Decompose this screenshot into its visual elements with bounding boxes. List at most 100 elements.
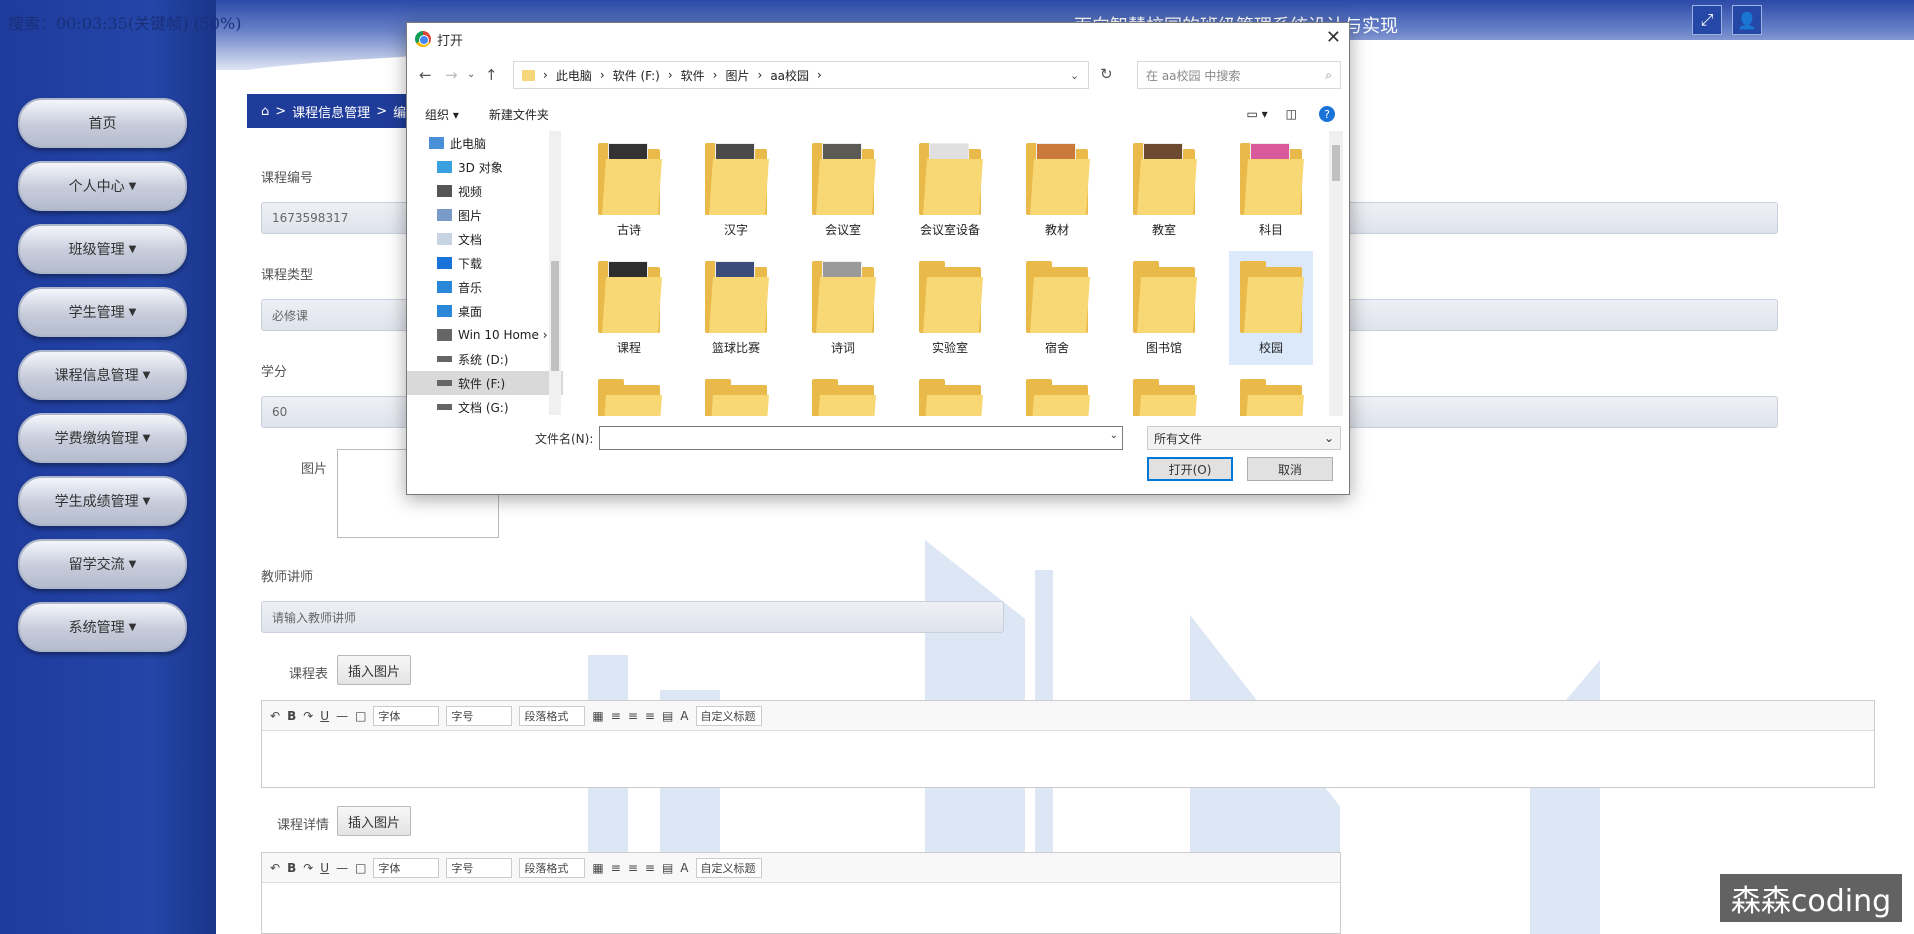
- details-editor[interactable]: ↶ B ↷ U — □ 字体 字号 段落格式 ▦ ≡ ≡ ≡ ▤ A 自定义标题: [261, 852, 1341, 934]
- cancel-button[interactable]: 取消: [1247, 457, 1333, 481]
- back-icon[interactable]: ←: [419, 66, 432, 84]
- folder-item[interactable]: 实验室: [908, 251, 992, 365]
- help-icon[interactable]: ?: [1319, 106, 1335, 122]
- chevron-down-icon[interactable]: ⌄: [1110, 430, 1118, 441]
- folder-item[interactable]: [1122, 369, 1206, 416]
- underline-icon[interactable]: U: [320, 709, 329, 723]
- tree-item[interactable]: 视频: [407, 179, 563, 203]
- folder-item[interactable]: 会议室: [801, 133, 885, 247]
- bold-icon[interactable]: B: [287, 709, 296, 723]
- breadcrumb-course-management[interactable]: 课程信息管理: [292, 102, 370, 121]
- tree-item[interactable]: 3D 对象: [407, 155, 563, 179]
- folder-item[interactable]: 汉字: [694, 133, 778, 247]
- schedule-insert-image-button[interactable]: 插入图片: [337, 655, 412, 685]
- page-icon[interactable]: □: [355, 861, 366, 875]
- undo-icon[interactable]: ↶: [270, 709, 280, 723]
- folder-item[interactable]: 诗词: [801, 251, 885, 365]
- preview-pane-icon[interactable]: ◫: [1286, 107, 1297, 121]
- folder-item[interactable]: 篮球比赛: [694, 251, 778, 365]
- paragraph-select[interactable]: 段落格式: [519, 857, 586, 878]
- redo-icon[interactable]: ↷: [303, 861, 313, 875]
- align-left-icon[interactable]: ≡: [611, 709, 621, 723]
- folder-item[interactable]: [1229, 369, 1313, 416]
- nav-home[interactable]: 首页: [18, 98, 187, 148]
- nav-tuition-management[interactable]: 学费缴纳管理 ▼: [18, 413, 187, 463]
- scroll-thumb[interactable]: [1332, 145, 1340, 181]
- nav-course-management[interactable]: 课程信息管理 ▼: [18, 350, 187, 400]
- align-center-icon[interactable]: ≡: [628, 709, 638, 723]
- fullscreen-button[interactable]: ⤢: [1692, 5, 1722, 35]
- folder-item[interactable]: 校园: [1229, 251, 1313, 365]
- undo-icon[interactable]: ↶: [270, 861, 280, 875]
- open-button[interactable]: 打开(O): [1147, 457, 1233, 481]
- view-options-icon[interactable]: ▭ ▾: [1246, 107, 1267, 121]
- path-segment[interactable]: 软件 (F:): [613, 67, 660, 84]
- tree-item[interactable]: 软件 (F:): [407, 371, 563, 395]
- redo-icon[interactable]: ↷: [303, 709, 313, 723]
- custom-title-select[interactable]: 自定义标题: [695, 705, 762, 726]
- font-color-icon[interactable]: A: [680, 861, 688, 875]
- font-color-icon[interactable]: A: [680, 709, 688, 723]
- font-select[interactable]: 字体: [373, 857, 440, 878]
- table-icon[interactable]: ▦: [592, 861, 603, 875]
- size-select[interactable]: 字号: [446, 705, 513, 726]
- organize-button[interactable]: 组织 ▾: [425, 106, 459, 123]
- nav-system-management[interactable]: 系统管理 ▼: [18, 602, 187, 652]
- tree-item[interactable]: 桌面: [407, 299, 563, 323]
- tree-item[interactable]: 音乐: [407, 275, 563, 299]
- folder-item[interactable]: 科目: [1229, 133, 1313, 247]
- tree-item[interactable]: 下载: [407, 251, 563, 275]
- schedule-editor[interactable]: ↶ B ↷ U — □ 字体 字号 段落格式 ▦ ≡ ≡ ≡ ▤ A 自定义标题: [261, 700, 1875, 788]
- folder-item[interactable]: 图书馆: [1122, 251, 1206, 365]
- folder-item[interactable]: [694, 369, 778, 416]
- grid-scrollbar[interactable]: [1329, 131, 1343, 416]
- scroll-thumb[interactable]: [551, 261, 559, 371]
- justify-icon[interactable]: ▤: [662, 709, 673, 723]
- folder-item[interactable]: 宿舍: [1015, 251, 1099, 365]
- path-segment[interactable]: 图片: [725, 67, 749, 84]
- font-select[interactable]: 字体: [373, 705, 440, 726]
- nav-student-management[interactable]: 学生管理 ▼: [18, 287, 187, 337]
- recent-dropdown-icon[interactable]: ⌄: [467, 69, 475, 80]
- forward-icon[interactable]: →: [445, 66, 458, 84]
- address-dropdown-icon[interactable]: ⌄: [1070, 69, 1079, 82]
- tree-item[interactable]: 文档 (G:): [407, 395, 563, 415]
- custom-title-select[interactable]: 自定义标题: [695, 857, 762, 878]
- nav-grade-management[interactable]: 学生成绩管理 ▼: [18, 476, 187, 526]
- filename-input[interactable]: ⌄: [599, 426, 1123, 450]
- folder-item[interactable]: 课程: [587, 251, 671, 365]
- underline-icon[interactable]: U: [320, 861, 329, 875]
- nav-study-abroad[interactable]: 留学交流 ▼: [18, 539, 187, 589]
- tree-item[interactable]: 图片: [407, 203, 563, 227]
- folder-item[interactable]: [587, 369, 671, 416]
- tree-item[interactable]: Win 10 Home ›: [407, 323, 563, 347]
- size-select[interactable]: 字号: [446, 857, 513, 878]
- align-right-icon[interactable]: ≡: [645, 861, 655, 875]
- table-icon[interactable]: ▦: [592, 709, 603, 723]
- search-input[interactable]: 在 aa校园 中搜索 ⌕: [1137, 61, 1341, 89]
- tree-item[interactable]: 文档: [407, 227, 563, 251]
- tree-item[interactable]: 此电脑: [407, 131, 563, 155]
- address-bar[interactable]: › 此电脑 › 软件 (F:) › 软件 › 图片 › aa校园 ›: [513, 61, 1089, 89]
- up-icon[interactable]: ↑: [485, 66, 498, 84]
- justify-icon[interactable]: ▤: [662, 861, 673, 875]
- path-segment[interactable]: 此电脑: [556, 67, 592, 84]
- folder-item[interactable]: 古诗: [587, 133, 671, 247]
- folder-item[interactable]: [908, 369, 992, 416]
- align-right-icon[interactable]: ≡: [645, 709, 655, 723]
- refresh-icon[interactable]: ↻: [1100, 65, 1113, 83]
- user-button[interactable]: 👤: [1732, 5, 1762, 35]
- path-segment[interactable]: 软件: [681, 67, 705, 84]
- home-icon[interactable]: ⌂: [261, 104, 269, 119]
- folder-item[interactable]: 教室: [1122, 133, 1206, 247]
- nav-class-management[interactable]: 班级管理 ▼: [18, 224, 187, 274]
- close-icon[interactable]: ✕: [1326, 27, 1341, 48]
- folder-item[interactable]: 会议室设备: [908, 133, 992, 247]
- teacher-field[interactable]: 请输入教师讲师: [261, 601, 1004, 633]
- new-folder-button[interactable]: 新建文件夹: [489, 106, 549, 123]
- align-left-icon[interactable]: ≡: [611, 861, 621, 875]
- paragraph-select[interactable]: 段落格式: [519, 705, 586, 726]
- bold-icon[interactable]: B: [287, 861, 296, 875]
- folder-item[interactable]: 教材: [1015, 133, 1099, 247]
- details-insert-image-button[interactable]: 插入图片: [337, 806, 412, 836]
